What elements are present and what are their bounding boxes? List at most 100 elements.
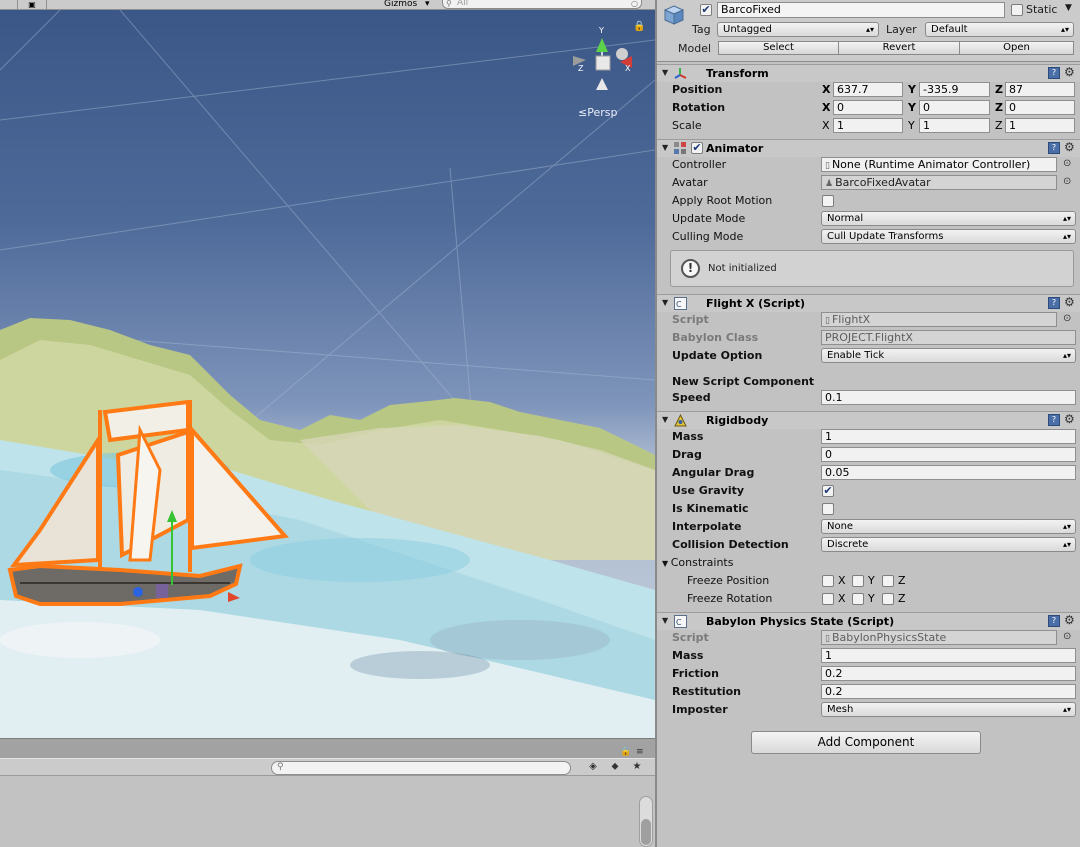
render-mode-button[interactable]: ▣ — [17, 0, 47, 10]
freeze-position-x-checkbox[interactable] — [822, 575, 834, 587]
scene-viewport[interactable]: Y Z X — [0, 0, 655, 738]
freeze-rotation-y-checkbox[interactable] — [852, 593, 864, 605]
gizmos-button[interactable]: Gizmos — [384, 0, 417, 10]
active-checkbox[interactable]: ✔ — [700, 4, 712, 16]
gizmos-dropdown-icon[interactable]: ▾ — [425, 0, 430, 10]
rigidbody-header[interactable]: ▼ Rigidbody ? ⚙ — [657, 411, 1080, 429]
update-mode-dropdown[interactable]: Normal ▴▾ — [821, 211, 1076, 226]
controller-label: Controller — [672, 158, 727, 171]
controller-field[interactable]: ▯ None (Runtime Animator Controller) — [821, 157, 1057, 172]
scrollbar-thumb[interactable] — [641, 819, 651, 845]
animator-header[interactable]: ▼ ✔ Animator ? ⚙ — [657, 139, 1080, 157]
filter-by-label-icon[interactable]: ⬥ — [606, 761, 624, 775]
imposter-value: Mesh — [827, 704, 854, 715]
object-name-field[interactable]: BarcoFixed — [717, 2, 1005, 18]
rb-angular-drag-field[interactable]: 0.05 — [821, 465, 1076, 480]
flightx-script-value: FlightX — [831, 313, 871, 326]
rb-drag-field[interactable]: 0 — [821, 447, 1076, 462]
flightx-header[interactable]: ▼ C Flight X (Script) ? ⚙ — [657, 294, 1080, 312]
model-select-button[interactable]: Select — [718, 41, 839, 55]
dropdown-arrow-icon: ▴▾ — [1062, 232, 1071, 241]
collision-detection-dropdown[interactable]: Discrete ▴▾ — [821, 537, 1076, 552]
rb-mass-field[interactable]: 1 — [821, 429, 1076, 444]
avatar-field[interactable]: ♟ BarcoFixedAvatar — [821, 175, 1057, 190]
static-dropdown-icon[interactable]: ▼ — [1065, 3, 1072, 13]
is-kinematic-checkbox[interactable] — [822, 503, 834, 515]
help-book-icon[interactable]: ? — [1048, 414, 1060, 426]
interpolate-dropdown[interactable]: None ▴▾ — [821, 519, 1076, 534]
foldout-arrow-icon[interactable]: ▼ — [662, 415, 668, 424]
position-z-field[interactable]: 87 — [1005, 82, 1075, 97]
project-search-field[interactable]: ⚲ — [271, 761, 571, 775]
gear-icon[interactable]: ⚙ — [1064, 412, 1075, 426]
tag-dropdown[interactable]: Untagged ▴▾ — [717, 22, 879, 37]
object-picker-icon[interactable]: ⊙ — [1063, 176, 1071, 187]
scene-search-field[interactable]: ⚲ All ○ — [442, 0, 642, 9]
friction-field[interactable]: 0.2 — [821, 666, 1076, 681]
static-checkbox[interactable] — [1011, 4, 1023, 16]
clear-search-icon[interactable]: ○ — [631, 0, 638, 8]
scale-y-field[interactable]: 1 — [919, 118, 990, 133]
persp-label: Persp — [587, 106, 618, 119]
animator-icon — [674, 142, 686, 154]
transform-title: Transform — [706, 67, 769, 80]
speed-field[interactable]: 0.1 — [821, 390, 1076, 405]
position-y-field[interactable]: -335.9 — [919, 82, 990, 97]
scale-x-field[interactable]: 1 — [833, 118, 903, 133]
rotation-x-field[interactable]: 0 — [833, 100, 903, 115]
freeze-rotation-z-checkbox[interactable] — [882, 593, 894, 605]
controller-doc-icon: ▯ — [825, 161, 830, 171]
use-gravity-checkbox[interactable]: ✔ — [822, 485, 834, 497]
lock-icon[interactable]: 🔒 — [633, 21, 645, 32]
foldout-arrow-icon[interactable]: ▼ — [662, 143, 668, 152]
physics-state-header[interactable]: ▼ C Babylon Physics State (Script) ? ⚙ — [657, 612, 1080, 630]
rotation-y-label: Y — [908, 101, 916, 114]
ps-mass-field[interactable]: 1 — [821, 648, 1076, 663]
help-book-icon[interactable]: ? — [1048, 67, 1060, 79]
help-book-icon[interactable]: ? — [1048, 142, 1060, 154]
help-book-icon[interactable]: ? — [1048, 615, 1060, 627]
gear-icon[interactable]: ⚙ — [1064, 140, 1075, 154]
scale-z-field[interactable]: 1 — [1005, 118, 1075, 133]
gear-icon[interactable]: ⚙ — [1064, 65, 1075, 79]
restitution-field[interactable]: 0.2 — [821, 684, 1076, 699]
imposter-dropdown[interactable]: Mesh ▴▾ — [821, 702, 1076, 717]
transform-header[interactable]: ▼ Transform ? ⚙ — [657, 64, 1080, 82]
panel-lock-icon[interactable]: 🔒 — [620, 747, 631, 757]
freeze-rotation-x-checkbox[interactable] — [822, 593, 834, 605]
panel-menu-icon[interactable]: ≡ — [636, 747, 644, 757]
favorites-star-icon[interactable]: ★ — [628, 761, 646, 775]
position-y-label: Y — [908, 83, 916, 96]
inspector-panel: ✔ BarcoFixed Static ▼ Tag Untagged ▴▾ Lay… — [657, 0, 1080, 847]
culling-mode-dropdown[interactable]: Cull Update Transforms ▴▾ — [821, 229, 1076, 244]
freeze-position-z-checkbox[interactable] — [882, 575, 894, 587]
foldout-arrow-icon[interactable]: ▼ — [662, 298, 668, 307]
gear-icon[interactable]: ⚙ — [1064, 295, 1075, 309]
friction-label: Friction — [672, 667, 719, 680]
scene-view[interactable]: Y Z X ▣ Gizmos ▾ ⚲ All ○ 🔒 ≤Persp — [0, 0, 655, 738]
filter-by-type-icon[interactable]: ◈ — [584, 761, 602, 775]
vertical-scrollbar[interactable] — [639, 796, 653, 847]
add-component-button[interactable]: Add Component — [751, 731, 981, 754]
apply-root-motion-checkbox[interactable] — [822, 195, 834, 207]
culling-mode-value: Cull Update Transforms — [827, 231, 944, 242]
constraints-foldout[interactable]: ▼ Constraints — [662, 556, 733, 569]
gear-icon[interactable]: ⚙ — [1064, 613, 1075, 627]
layer-dropdown[interactable]: Default ▴▾ — [925, 22, 1074, 37]
freeze-position-y-checkbox[interactable] — [852, 575, 864, 587]
foldout-arrow-icon[interactable]: ▼ — [662, 68, 668, 77]
animator-enabled-checkbox[interactable]: ✔ — [691, 142, 703, 154]
projection-label[interactable]: ≤Persp — [578, 106, 617, 119]
model-revert-button[interactable]: Revert — [838, 41, 960, 55]
orientation-gizmo[interactable]: Y Z X — [573, 26, 632, 90]
object-picker-icon[interactable]: ⊙ — [1063, 158, 1071, 169]
position-x-field[interactable]: 637.7 — [833, 82, 903, 97]
rotation-z-field[interactable]: 0 — [1005, 100, 1075, 115]
help-book-icon[interactable]: ? — [1048, 297, 1060, 309]
model-open-button[interactable]: Open — [959, 41, 1074, 55]
rotation-y-field[interactable]: 0 — [919, 100, 990, 115]
update-option-dropdown[interactable]: Enable Tick ▴▾ — [821, 348, 1076, 363]
freeze-position-label: Freeze Position — [687, 574, 770, 587]
foldout-arrow-icon[interactable]: ▼ — [662, 616, 668, 625]
search-icon: ⚲ — [277, 762, 284, 772]
